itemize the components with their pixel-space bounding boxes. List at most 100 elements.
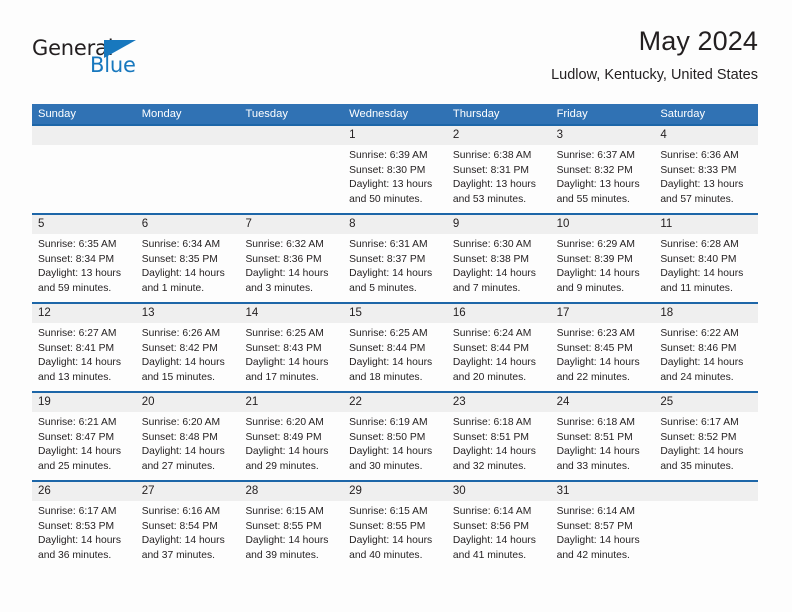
day-cell[interactable]: Sunrise: 6:36 AM Sunset: 8:33 PM Dayligh… [654,145,758,213]
sunrise-text: Sunrise: 6:18 AM [556,417,636,428]
daylight-text-line2: and 59 minutes. [38,282,112,294]
day-number[interactable]: 24 [551,393,655,412]
day-cell[interactable]: Sunrise: 6:17 AM Sunset: 8:52 PM Dayligh… [654,412,758,480]
daylight-text-line2: and 18 minutes. [349,371,423,383]
sunrise-text: Sunrise: 6:14 AM [452,506,532,517]
sunset-text: Sunset: 8:45 PM [556,342,633,354]
day-number[interactable]: 22 [343,393,447,412]
day-number[interactable]: 13 [136,304,240,323]
day-cell[interactable]: Sunrise: 6:34 AM Sunset: 8:35 PM Dayligh… [136,234,240,302]
day-number[interactable]: 11 [654,215,758,234]
daylight-text-line1: Daylight: 13 hours [660,179,744,191]
day-cell[interactable]: Sunrise: 6:27 AM Sunset: 8:41 PM Dayligh… [32,323,136,391]
sunrise-text: Sunrise: 6:29 AM [556,239,636,250]
day-number[interactable] [654,482,758,501]
day-number[interactable]: 15 [343,304,447,323]
day-cell[interactable]: Sunrise: 6:22 AM Sunset: 8:46 PM Dayligh… [654,323,758,391]
daylight-text-line2: and 25 minutes. [38,460,112,472]
sunrise-text: Sunrise: 6:30 AM [452,239,532,250]
sunrise-text: Sunrise: 6:24 AM [452,328,532,339]
day-cell[interactable] [654,501,758,569]
sunset-text: Sunset: 8:57 PM [556,520,633,532]
day-number[interactable]: 1 [343,126,447,145]
day-number[interactable]: 20 [136,393,240,412]
general-blue-logo[interactable]: General Blue [32,36,162,84]
calendar-week-row: 19 20 21 22 23 24 25 Sunrise: 6:21 AM Su… [32,391,758,480]
day-cell[interactable]: Sunrise: 6:25 AM Sunset: 8:43 PM Dayligh… [239,323,343,391]
day-cell[interactable]: Sunrise: 6:32 AM Sunset: 8:36 PM Dayligh… [239,234,343,302]
day-cell[interactable] [239,145,343,213]
day-cell[interactable]: Sunrise: 6:18 AM Sunset: 8:51 PM Dayligh… [447,412,551,480]
day-cell[interactable]: Sunrise: 6:14 AM Sunset: 8:57 PM Dayligh… [551,501,655,569]
sunset-text: Sunset: 8:51 PM [452,431,530,443]
daylight-text-line1: Daylight: 14 hours [556,446,640,458]
day-number[interactable]: 26 [32,482,136,501]
day-cell[interactable]: Sunrise: 6:38 AM Sunset: 8:31 PM Dayligh… [447,145,551,213]
day-cell[interactable]: Sunrise: 6:20 AM Sunset: 8:48 PM Dayligh… [136,412,240,480]
daylight-text-line2: and 57 minutes. [660,193,734,205]
day-number[interactable]: 3 [551,126,655,145]
day-cell[interactable]: Sunrise: 6:30 AM Sunset: 8:38 PM Dayligh… [447,234,551,302]
day-cell[interactable]: Sunrise: 6:24 AM Sunset: 8:44 PM Dayligh… [447,323,551,391]
day-number[interactable]: 23 [447,393,551,412]
day-number[interactable]: 29 [343,482,447,501]
sunrise-text: Sunrise: 6:38 AM [452,150,532,161]
day-cell[interactable]: Sunrise: 6:23 AM Sunset: 8:45 PM Dayligh… [551,323,655,391]
day-cell[interactable]: Sunrise: 6:20 AM Sunset: 8:49 PM Dayligh… [239,412,343,480]
day-number[interactable]: 9 [447,215,551,234]
day-cell[interactable]: Sunrise: 6:26 AM Sunset: 8:42 PM Dayligh… [136,323,240,391]
day-number[interactable]: 14 [239,304,343,323]
day-number[interactable]: 16 [447,304,551,323]
day-cell[interactable]: Sunrise: 6:15 AM Sunset: 8:55 PM Dayligh… [239,501,343,569]
day-number[interactable]: 4 [654,126,758,145]
daylight-text-line2: and 41 minutes. [452,549,527,561]
day-number[interactable]: 27 [136,482,240,501]
day-number[interactable] [136,126,240,145]
daylight-text-line2: and 22 minutes. [556,371,630,383]
page-header: General Blue May 2024 Ludlow, Kentucky, … [32,24,758,98]
daylight-text-line1: Daylight: 13 hours [349,179,433,191]
day-cell[interactable]: Sunrise: 6:37 AM Sunset: 8:32 PM Dayligh… [551,145,655,213]
calendar-week-row: 5 6 7 8 9 10 11 Sunrise: 6:35 AM Sunset:… [32,213,758,302]
day-cell[interactable]: Sunrise: 6:39 AM Sunset: 8:30 PM Dayligh… [343,145,447,213]
day-number[interactable]: 31 [551,482,655,501]
day-number[interactable]: 17 [551,304,655,323]
day-number[interactable]: 28 [239,482,343,501]
day-number[interactable] [239,126,343,145]
day-cell[interactable]: Sunrise: 6:16 AM Sunset: 8:54 PM Dayligh… [136,501,240,569]
day-number[interactable]: 5 [32,215,136,234]
day-number[interactable] [32,126,136,145]
day-number[interactable]: 30 [447,482,551,501]
day-number[interactable]: 18 [654,304,758,323]
day-cell[interactable]: Sunrise: 6:14 AM Sunset: 8:56 PM Dayligh… [447,501,551,569]
day-cell[interactable]: Sunrise: 6:21 AM Sunset: 8:47 PM Dayligh… [32,412,136,480]
day-number[interactable]: 6 [136,215,240,234]
day-cell[interactable] [32,145,136,213]
day-number[interactable]: 8 [343,215,447,234]
day-cell[interactable] [136,145,240,213]
day-cell[interactable]: Sunrise: 6:35 AM Sunset: 8:34 PM Dayligh… [32,234,136,302]
day-number[interactable]: 21 [239,393,343,412]
day-number[interactable]: 19 [32,393,136,412]
day-number[interactable]: 10 [551,215,655,234]
daylight-text-line1: Daylight: 14 hours [141,268,225,280]
sunset-text: Sunset: 8:44 PM [452,342,530,354]
daylight-text-line2: and 1 minute. [141,282,205,294]
day-number[interactable]: 7 [239,215,343,234]
day-number[interactable]: 2 [447,126,551,145]
day-number[interactable]: 25 [654,393,758,412]
sunrise-text: Sunrise: 6:28 AM [660,239,739,250]
day-cell[interactable]: Sunrise: 6:17 AM Sunset: 8:53 PM Dayligh… [32,501,136,569]
daylight-text-line1: Daylight: 14 hours [660,357,744,369]
daylight-text-line2: and 36 minutes. [38,549,112,561]
day-cell[interactable]: Sunrise: 6:29 AM Sunset: 8:39 PM Dayligh… [551,234,655,302]
day-cell[interactable]: Sunrise: 6:28 AM Sunset: 8:40 PM Dayligh… [654,234,758,302]
day-cell[interactable]: Sunrise: 6:15 AM Sunset: 8:55 PM Dayligh… [343,501,447,569]
day-cell[interactable]: Sunrise: 6:25 AM Sunset: 8:44 PM Dayligh… [343,323,447,391]
day-cell[interactable]: Sunrise: 6:31 AM Sunset: 8:37 PM Dayligh… [343,234,447,302]
daylight-text-line1: Daylight: 13 hours [452,179,536,191]
day-number[interactable]: 12 [32,304,136,323]
day-cell[interactable]: Sunrise: 6:18 AM Sunset: 8:51 PM Dayligh… [551,412,655,480]
day-cell[interactable]: Sunrise: 6:19 AM Sunset: 8:50 PM Dayligh… [343,412,447,480]
sunset-text: Sunset: 8:39 PM [556,253,633,265]
